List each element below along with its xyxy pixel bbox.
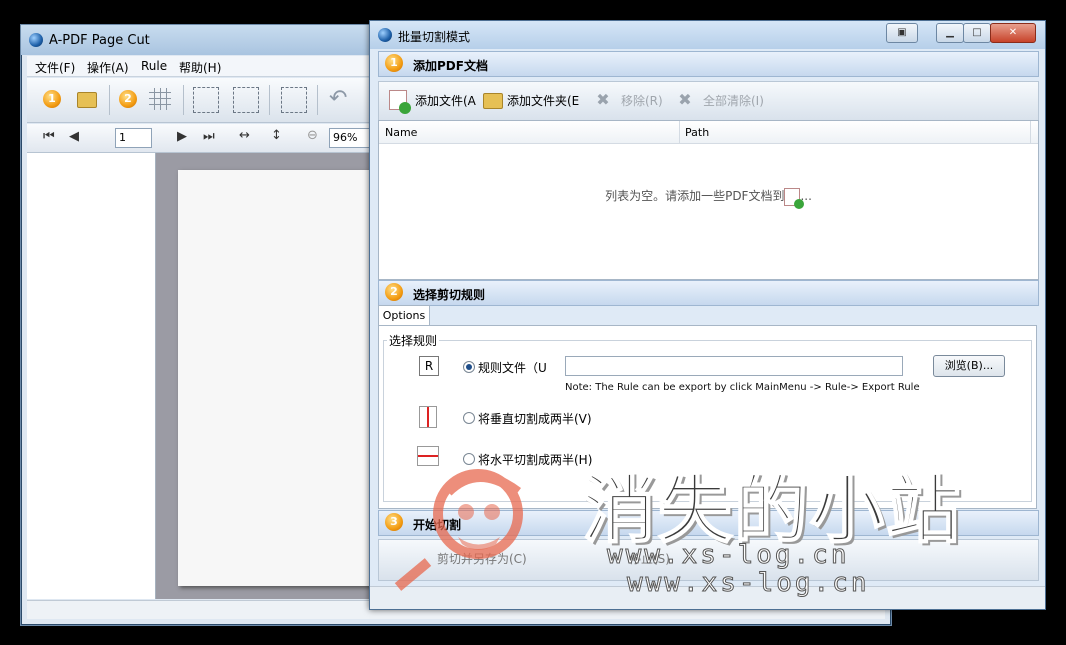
menu-help[interactable]: 帮助(H) [179,59,221,76]
section-add-pdf-title: 添加PDF文档 [413,59,488,73]
rule-file-label: 规则文件（U [478,361,547,375]
page-number-input[interactable]: 1 [115,128,152,148]
window-icon: ▣ [897,27,907,38]
vertical-cut-radio[interactable] [463,412,475,424]
toolbar-separator [317,85,318,115]
toolbar-separator [109,85,110,115]
fit-height-icon[interactable]: ↕ [271,128,282,143]
rule-file-input[interactable] [565,356,903,376]
add-cut-line-icon[interactable] [193,87,219,113]
thumbnail-sidebar[interactable] [27,153,156,599]
dialog-titlebar[interactable]: 批量切割模式 ▣ ▁ □ ✕ [370,21,1045,49]
vertical-cut-label: 将垂直切割成两半(V) [478,412,592,426]
menu-rule[interactable]: Rule [141,59,167,73]
section-choose-rule-title: 选择剪切规则 [413,288,486,302]
section-choose-rule: 2 选择剪切规则 [378,280,1039,306]
remove-label: 移除(R) [621,94,663,108]
delete-cut-line-icon[interactable] [281,87,307,113]
dialog-extra-button[interactable]: ▣ [886,23,918,43]
split-cut-line-icon[interactable] [233,87,259,113]
maximize-icon: □ [972,27,982,38]
section-add-pdf: 1 添加PDF文档 [378,51,1039,77]
page-canvas[interactable] [156,153,371,599]
add-pdf-inline-icon [784,187,805,209]
minimize-button[interactable]: ▁ [936,23,964,43]
step2-badge: 2 [119,90,137,108]
close-button[interactable]: ✕ [990,23,1036,43]
rule-note: Note: The Rule can be export by click Ma… [565,382,920,393]
watermark-url-top: www.xs-log.cn [607,540,850,571]
grid-icon[interactable] [149,88,171,110]
rule-file-icon: R [419,356,439,376]
clear-all-icon: ✖ [678,90,692,109]
add-folder-label: 添加文件夹(E [507,94,580,108]
clear-all-button[interactable]: ✖ 全部清除(I) [675,82,771,118]
rule-file-radio[interactable] [463,361,475,373]
watermark-mascot-logo [394,469,523,591]
add-pdf-icon [389,90,411,114]
zoom-icon[interactable]: ⊖ [307,128,318,143]
main-window-title: A-PDF Page Cut [49,33,150,48]
vertical-cut-icon [419,406,437,428]
browse-button[interactable]: 浏览(B)... [933,355,1005,377]
menu-action[interactable]: 操作(A) [87,59,129,76]
remove-button[interactable]: ✖ 移除(R) [593,82,665,118]
menu-file[interactable]: 文件(F) [35,59,75,76]
column-name[interactable]: Name [385,126,417,139]
zoom-input[interactable]: 96% [329,128,374,148]
add-file-label: 添加文件(A [415,94,476,108]
add-folder-icon [483,93,503,109]
clear-all-label: 全部清除(I) [703,94,764,108]
empty-list-message: 列表为空。请添加一些PDF文档到... [379,187,1038,209]
app-logo-icon [29,33,43,47]
column-divider [679,121,680,143]
tab-options[interactable]: Options [378,305,430,326]
watermark-url-bottom: www.xs-log.cn [627,568,870,599]
step1-section-badge: 1 [385,54,403,72]
next-page-icon[interactable]: ▶ [177,129,187,144]
dialog-logo-icon [378,28,392,42]
column-path[interactable]: Path [685,126,709,139]
rule-group-label: 选择规则 [387,332,440,349]
close-icon: ✕ [1008,27,1018,38]
empty-message-text: 列表为空。请添加一些PDF文档到 [605,189,785,203]
remove-icon: ✖ [596,90,610,109]
last-page-icon[interactable]: ⏭ [203,129,215,144]
dialog-toolbar: 添加文件(A 添加文件夹(E ✖ 移除(R) ✖ 全部清除(I) [378,81,1039,121]
toolbar-separator [269,85,270,115]
list-header: Name Path [379,121,1038,144]
pdf-page [178,170,371,586]
undo-icon[interactable]: ↶ [329,86,347,111]
open-folder-icon [77,92,97,108]
first-page-icon[interactable]: ⏮ [43,129,55,144]
toolbar-separator [183,85,184,115]
step2-section-badge: 2 [385,283,403,301]
add-file-button[interactable]: 添加文件(A [385,82,477,118]
add-folder-button[interactable]: 添加文件夹(E [481,82,581,118]
dialog-title: 批量切割模式 [398,30,471,44]
prev-page-icon[interactable]: ◀ [69,129,79,144]
fit-width-icon[interactable]: ↔ [239,128,250,143]
minimize-icon: ▁ [946,27,954,38]
column-divider [1030,121,1031,143]
pdf-file-list[interactable]: Name Path 列表为空。请添加一些PDF文档到... [378,120,1039,280]
maximize-button[interactable]: □ [963,23,991,43]
open-folder-button[interactable] [75,86,99,108]
step1-badge: 1 [43,90,61,108]
